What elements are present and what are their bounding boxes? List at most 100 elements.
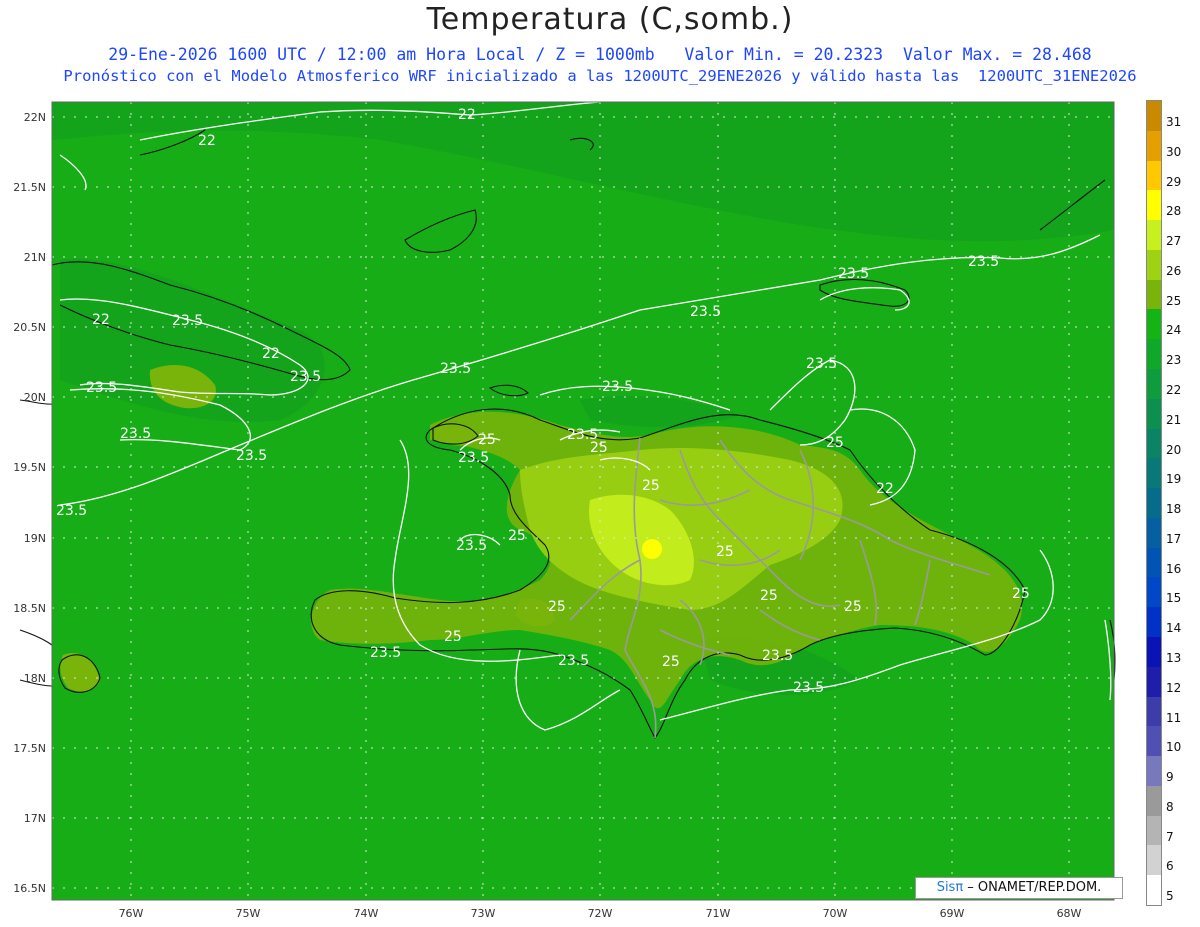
contour-label: 25	[590, 440, 608, 456]
colorbar-swatch	[1147, 815, 1161, 846]
colorbar-label: 15	[1166, 591, 1182, 606]
contour-label: 23.5	[838, 266, 869, 282]
contour-label: 22	[198, 133, 216, 149]
colorbar-label: 18	[1166, 502, 1182, 517]
colorbar-label: 12	[1166, 680, 1182, 695]
colorbar-swatch	[1147, 190, 1161, 221]
latitude-label: 20.5N	[13, 321, 46, 334]
colorbar-swatch	[1147, 309, 1161, 340]
contour-label: 23.5	[558, 653, 589, 669]
longitude-label: 71W	[706, 907, 731, 920]
colorbar-swatch	[1147, 547, 1161, 578]
colorbar-swatch	[1147, 130, 1161, 162]
colorbar-swatch	[1147, 249, 1161, 281]
colorbar-swatch	[1147, 160, 1161, 191]
colorbar-label: 9	[1166, 770, 1174, 785]
contour-label: 23.5	[690, 304, 721, 320]
longitude-labels: 76W 75W 74W 73W 72W 71W 70W 69W 68W	[119, 907, 1082, 920]
colorbar-swatch	[1147, 428, 1161, 459]
colorbar-label: 20	[1166, 442, 1182, 457]
colorbar-label: 8	[1166, 799, 1174, 814]
contour-label: 25	[642, 478, 660, 494]
latitude-label: 19.5N	[13, 461, 46, 474]
colorbar-label: 21	[1166, 412, 1182, 427]
latitude-label: 21N	[24, 251, 46, 264]
colorbar-swatch	[1147, 845, 1161, 876]
contour-label: 23.5	[762, 648, 793, 664]
contour-label: 25	[716, 544, 734, 560]
latitude-label: 22N	[24, 111, 46, 124]
colorbar-swatch	[1147, 398, 1161, 430]
latitude-label: 18.5N	[13, 602, 46, 615]
colorbar-swatch	[1147, 726, 1161, 757]
longitude-label: 68W	[1057, 907, 1082, 920]
contour-label: 23.5	[793, 680, 824, 696]
colorbar-label: 30	[1166, 144, 1182, 159]
colorbar-swatch	[1147, 756, 1161, 787]
contour-label: 22	[262, 346, 280, 362]
contour-label: 23.5	[172, 313, 203, 329]
colorbar-swatch	[1147, 101, 1161, 132]
contour-label: 23.5	[120, 426, 151, 442]
colorbar-swatch	[1147, 220, 1161, 251]
colorbar-label: 19	[1166, 472, 1182, 487]
colorbar-swatch	[1147, 785, 1161, 817]
colorbar-label: 29	[1166, 174, 1182, 189]
contour-label: 25	[760, 588, 778, 604]
colorbar-label: 24	[1166, 323, 1182, 338]
credit-box: Sisπ – ONAMET/REP.DOM.	[915, 877, 1123, 899]
contour-label: 25	[662, 654, 680, 670]
colorbar-label: 25	[1166, 293, 1182, 308]
colorbar-label: 14	[1166, 621, 1182, 636]
contour-label: 23.5	[806, 356, 837, 372]
contour-label: 25	[1012, 586, 1030, 602]
credit-text: – ONAMET/REP.DOM.	[963, 880, 1102, 895]
colorbar	[1146, 100, 1162, 906]
colorbar-label: 27	[1166, 234, 1182, 249]
colorbar-label: 10	[1166, 740, 1182, 755]
longitude-label: 72W	[588, 907, 613, 920]
longitude-label: 74W	[354, 907, 379, 920]
colorbar-swatch	[1147, 458, 1161, 489]
colorbar-label: 7	[1166, 829, 1174, 844]
latitude-label: 16.5N	[13, 882, 46, 895]
contour-label: 23.5	[236, 448, 267, 464]
contour-label: 23.5	[456, 538, 487, 554]
latitude-label: 17N	[24, 812, 46, 825]
temperature-map: 22 22 22 22 23.5 23.5 23.5 23.5 23.5 23.…	[13, 101, 1116, 920]
contour-label: 23.5	[602, 379, 633, 395]
longitude-label: 70W	[823, 907, 848, 920]
contour-label: 25	[478, 432, 496, 448]
colorbar-label: 26	[1166, 263, 1182, 278]
contour-label: 23.5	[86, 380, 117, 396]
contour-label: 23.5	[370, 645, 401, 661]
latitude-label: 19N	[24, 532, 46, 545]
contour-label: 25	[444, 629, 462, 645]
colorbar-label: 22	[1166, 383, 1182, 397]
colorbar-swatch	[1147, 875, 1161, 906]
colorbar-swatch	[1147, 369, 1161, 400]
colorbar-swatch	[1147, 607, 1161, 638]
colorbar-label: 31	[1166, 115, 1182, 129]
longitude-label: 76W	[119, 907, 144, 920]
colorbar-label: 16	[1166, 561, 1182, 576]
latitude-label: 20N	[24, 391, 46, 404]
contour-label: 23.5	[968, 254, 999, 270]
contour-label: 25	[508, 528, 526, 544]
contour-label: 25	[844, 599, 862, 615]
contour-label: 25	[548, 599, 566, 615]
contour-label: 22	[876, 481, 894, 497]
colorbar-swatch	[1147, 517, 1161, 549]
colorbar-swatch	[1147, 666, 1161, 698]
colorbar-label: 6	[1166, 859, 1174, 874]
colorbar-swatch	[1147, 488, 1161, 519]
sispi-logo: Sisπ	[936, 880, 964, 895]
colorbar-swatch	[1147, 279, 1161, 310]
colorbar-label: 11	[1166, 710, 1182, 725]
latitude-label: 21.5N	[13, 181, 46, 194]
colorbar-swatch	[1147, 339, 1161, 370]
longitude-label: 73W	[471, 907, 496, 920]
contour-label: 22	[458, 107, 476, 123]
colorbar-label: 17	[1166, 531, 1182, 546]
contour-label: 23.5	[458, 450, 489, 466]
